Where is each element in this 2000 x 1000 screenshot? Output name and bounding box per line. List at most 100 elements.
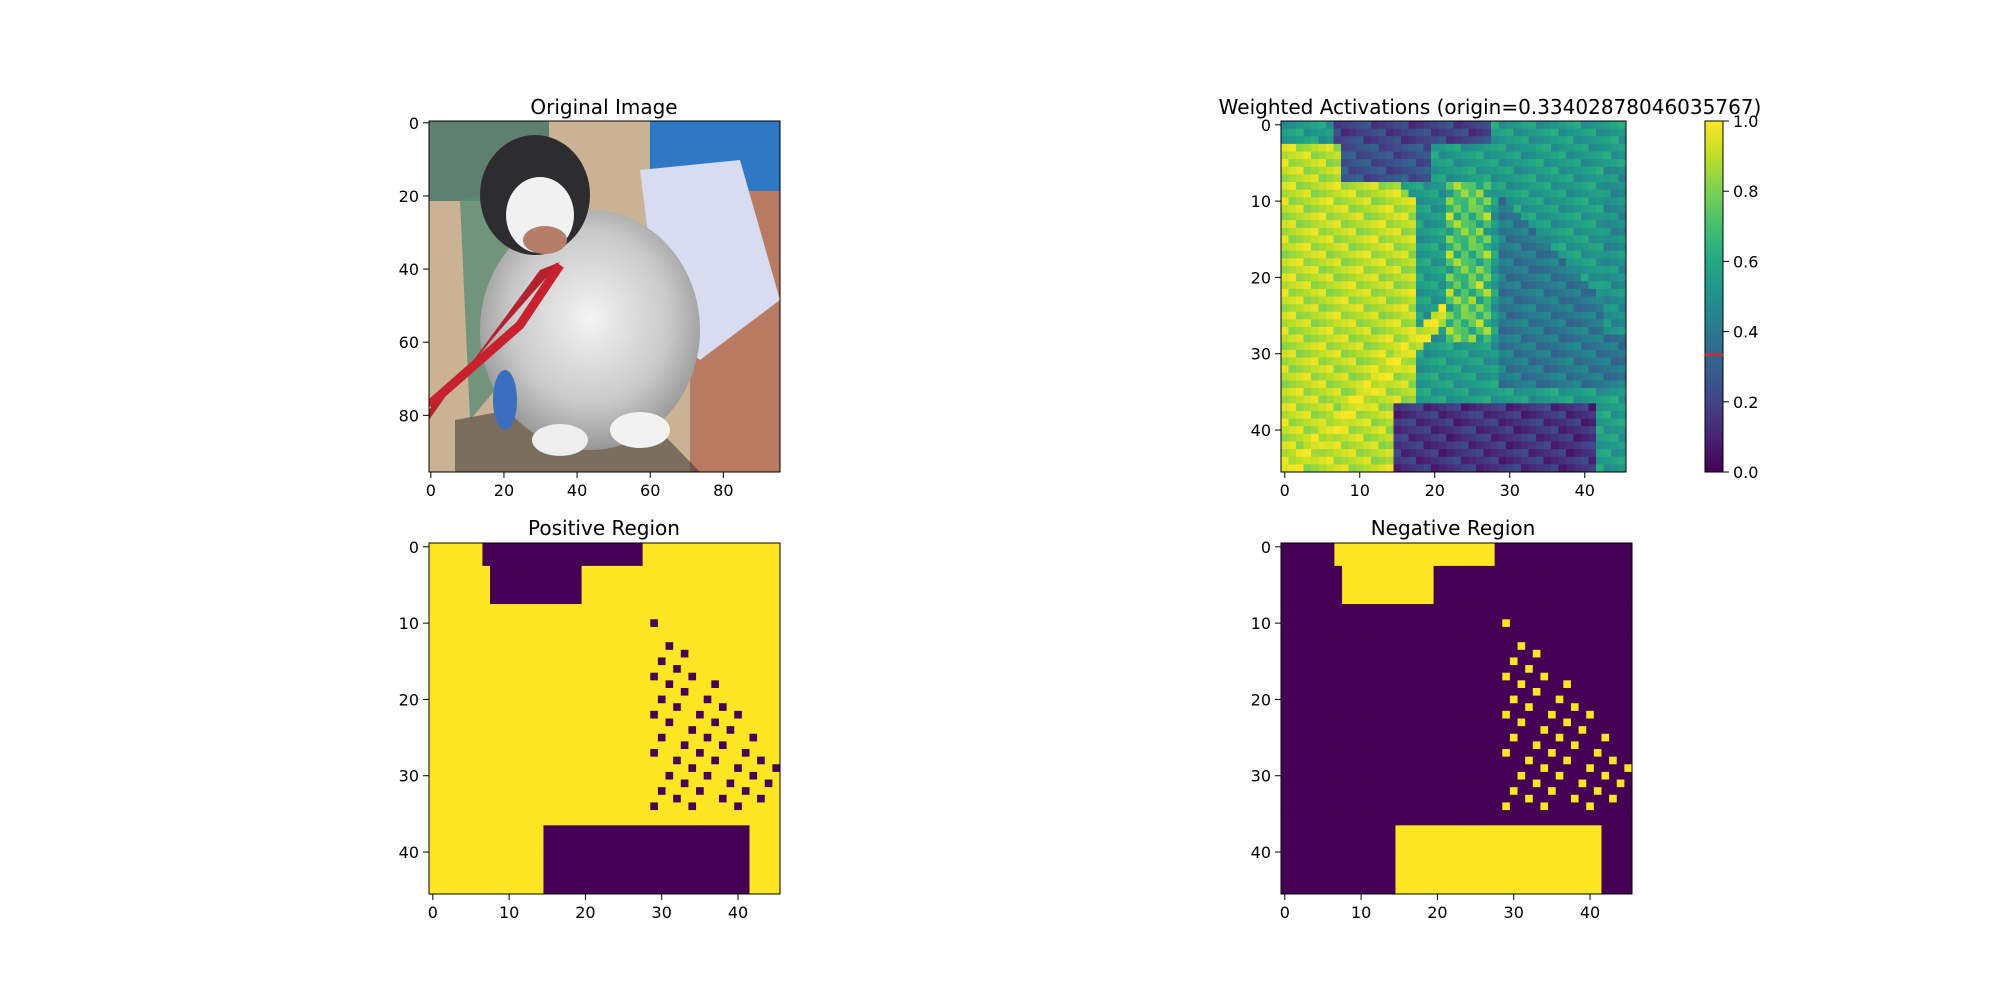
heatmap-cell bbox=[1387, 604, 1396, 613]
heatmap-cell bbox=[535, 680, 544, 689]
heatmap-cell bbox=[1408, 212, 1417, 221]
heatmap-cell bbox=[1476, 273, 1484, 282]
heatmap-cell bbox=[642, 703, 651, 712]
heatmap-cell bbox=[1566, 296, 1574, 305]
heatmap-cell bbox=[1506, 121, 1514, 130]
heatmap-cell bbox=[1558, 273, 1567, 282]
heatmap-cell bbox=[444, 573, 453, 582]
heatmap-cell bbox=[635, 703, 644, 712]
heatmap-cell bbox=[543, 764, 552, 773]
heatmap-cell bbox=[528, 733, 537, 742]
heatmap-cell bbox=[1453, 441, 1462, 450]
heatmap-cell bbox=[1401, 365, 1409, 374]
heatmap-cell bbox=[696, 741, 705, 750]
heatmap-cell bbox=[1528, 349, 1537, 358]
heatmap-cell bbox=[726, 832, 735, 841]
heatmap-cell bbox=[1438, 136, 1447, 145]
heatmap-cell bbox=[1491, 182, 1499, 191]
heatmap-cell bbox=[1333, 128, 1342, 137]
heatmap-cell bbox=[1423, 433, 1432, 442]
heatmap-cell bbox=[1543, 372, 1552, 381]
heatmap-cell bbox=[1521, 441, 1529, 450]
heatmap-cell bbox=[566, 642, 575, 651]
heatmap-cell bbox=[1464, 649, 1473, 658]
heatmap-cell bbox=[1416, 159, 1424, 168]
heatmap-cell bbox=[444, 558, 453, 567]
heatmap-cell bbox=[1363, 334, 1372, 343]
heatmap-cell bbox=[1296, 588, 1305, 597]
heatmap-cell bbox=[1431, 128, 1439, 137]
heatmap-cell bbox=[1446, 327, 1454, 336]
heatmap-cell bbox=[1441, 619, 1450, 628]
heatmap-cell bbox=[703, 588, 712, 597]
heatmap-cell bbox=[1371, 311, 1379, 320]
heatmap-cell bbox=[1341, 128, 1349, 137]
heatmap-cell bbox=[490, 756, 499, 765]
heatmap-cell bbox=[1438, 159, 1447, 168]
heatmap-cell bbox=[1453, 357, 1462, 366]
heatmap-cell bbox=[1363, 464, 1372, 472]
heatmap-cell bbox=[444, 749, 453, 758]
heatmap-cell bbox=[703, 848, 712, 857]
heatmap-cell bbox=[635, 672, 644, 681]
heatmap-cell bbox=[604, 863, 613, 872]
heatmap-cell bbox=[1502, 588, 1511, 597]
heatmap-cell bbox=[718, 749, 727, 758]
heatmap-cell bbox=[680, 649, 689, 658]
heatmap-cell bbox=[1476, 304, 1484, 313]
heatmap-cell bbox=[1521, 121, 1529, 130]
heatmap-cell bbox=[1573, 212, 1582, 221]
heatmap-cell bbox=[749, 779, 758, 788]
heatmap-cell bbox=[1348, 151, 1357, 160]
heatmap-cell bbox=[1453, 243, 1462, 252]
heatmap-cell bbox=[1401, 441, 1409, 450]
heatmap-cell bbox=[1603, 189, 1612, 198]
heatmap-cell bbox=[665, 810, 674, 819]
heatmap-cell bbox=[650, 611, 659, 620]
heatmap-cell bbox=[566, 863, 575, 872]
heatmap-cell bbox=[1401, 227, 1409, 236]
heatmap-cell bbox=[741, 680, 750, 689]
heatmap-cell bbox=[1573, 349, 1582, 358]
heatmap-cell bbox=[612, 619, 621, 628]
heatmap-cell bbox=[520, 596, 529, 605]
heatmap-cell bbox=[711, 779, 720, 788]
heatmap-cell bbox=[1581, 357, 1589, 366]
heatmap-cell bbox=[680, 596, 689, 605]
heatmap-cell bbox=[1288, 311, 1297, 320]
heatmap-cell bbox=[1433, 573, 1442, 582]
heatmap-cell bbox=[1483, 410, 1492, 419]
heatmap-cell bbox=[1387, 558, 1396, 567]
heatmap-cell bbox=[772, 588, 780, 597]
heatmap-cell bbox=[703, 604, 712, 613]
heatmap-cell bbox=[757, 886, 766, 894]
heatmap-cell bbox=[1494, 642, 1503, 651]
heatmap-cell bbox=[1543, 334, 1552, 343]
heatmap-cell bbox=[1461, 327, 1469, 336]
heatmap-cell bbox=[696, 695, 705, 704]
heatmap-cell bbox=[1326, 334, 1334, 343]
heatmap-cell bbox=[1425, 581, 1435, 590]
heatmap-cell bbox=[1573, 342, 1582, 351]
heatmap-cell bbox=[1408, 403, 1417, 412]
heatmap-cell bbox=[665, 581, 674, 590]
heatmap-cell bbox=[1540, 581, 1549, 590]
heatmap-cell bbox=[1453, 166, 1462, 175]
heatmap-cell bbox=[436, 680, 445, 689]
heatmap-cell bbox=[581, 886, 590, 894]
heatmap-cell bbox=[1483, 372, 1492, 381]
heatmap-cell bbox=[497, 733, 506, 742]
heatmap-cell bbox=[543, 619, 552, 628]
heatmap-cell bbox=[1453, 182, 1462, 191]
heatmap-cell bbox=[703, 550, 712, 559]
heatmap-cell bbox=[1386, 426, 1394, 435]
heatmap-cell bbox=[1438, 357, 1447, 366]
heatmap-cell bbox=[1341, 273, 1349, 282]
heatmap-cell bbox=[1588, 250, 1597, 259]
heatmap-cell bbox=[505, 558, 514, 567]
heatmap-cell bbox=[451, 863, 460, 872]
heatmap-cell bbox=[726, 611, 735, 620]
heatmap-cell bbox=[1566, 159, 1574, 168]
heatmap-cell bbox=[749, 665, 758, 674]
heatmap-cell bbox=[535, 871, 544, 880]
